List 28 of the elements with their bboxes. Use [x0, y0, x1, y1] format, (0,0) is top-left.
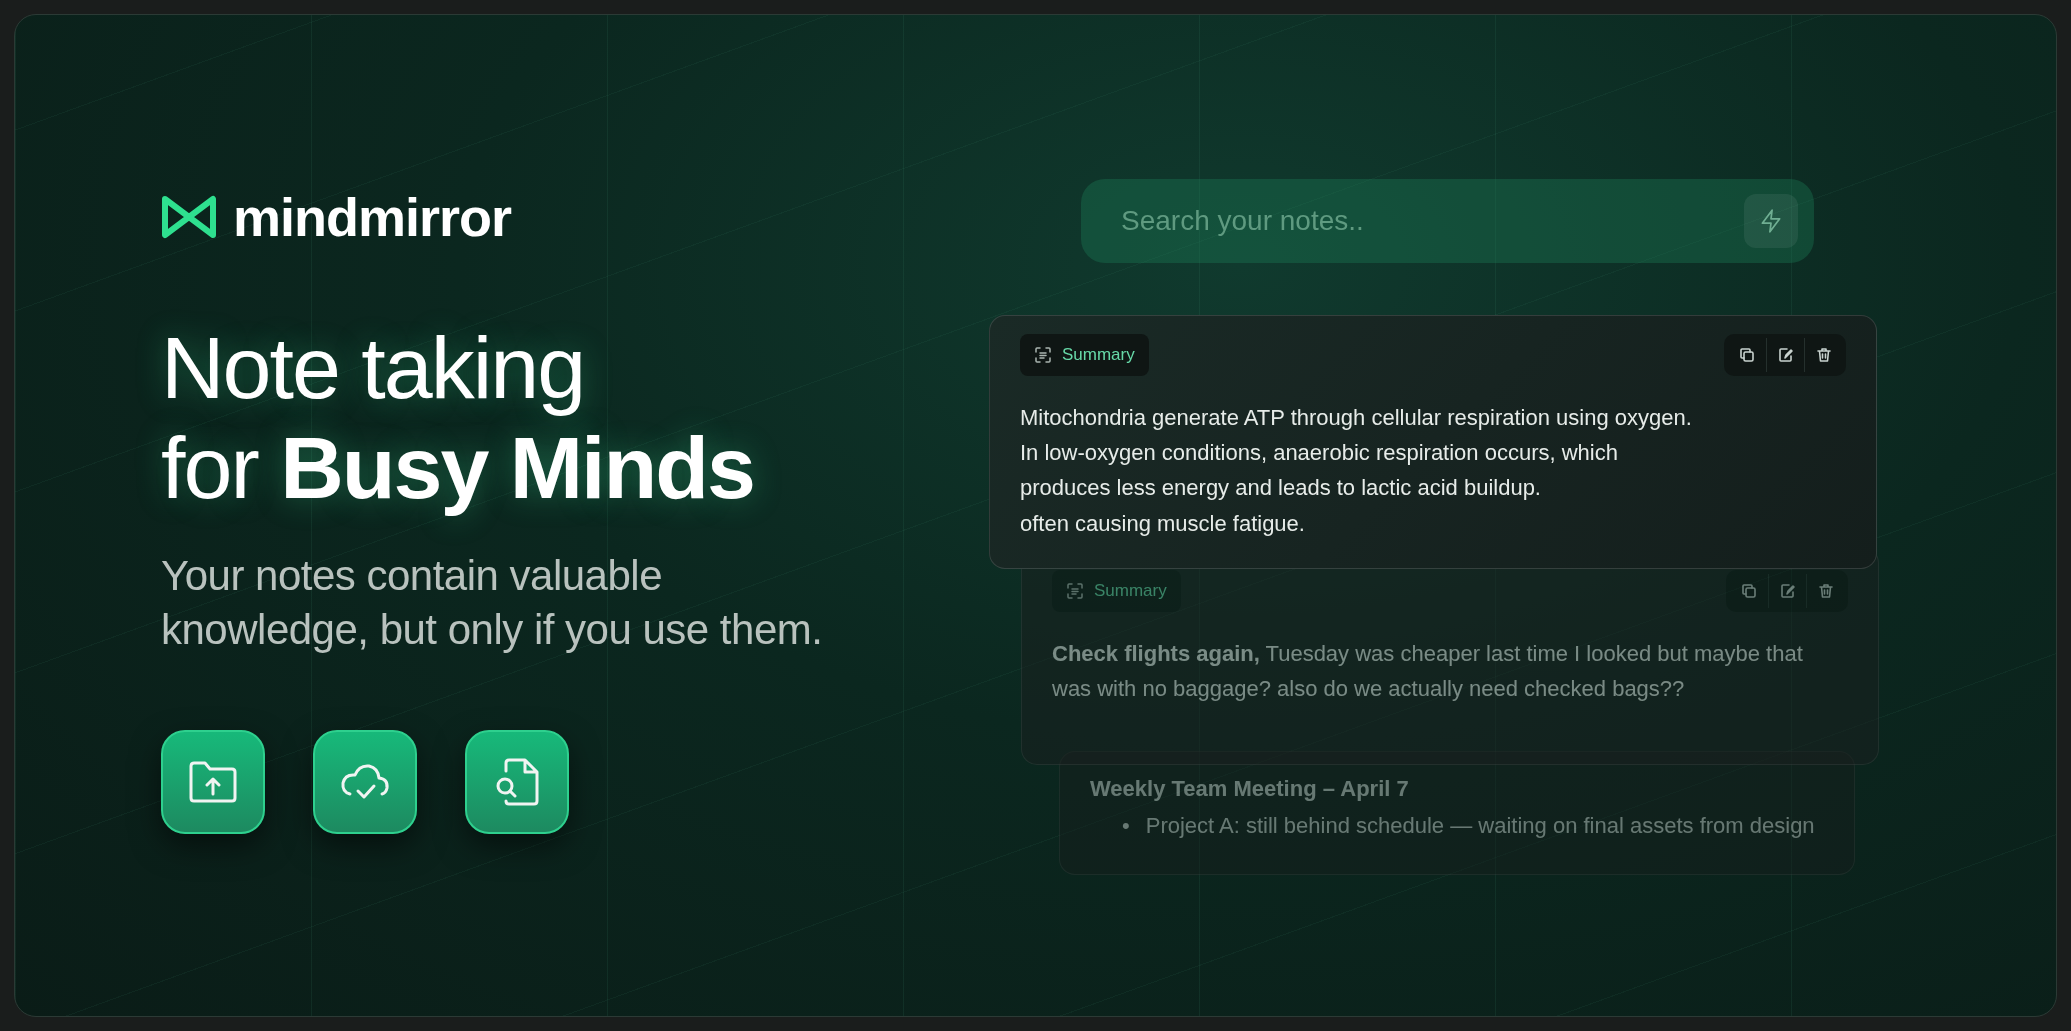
- brand-name: mindmirror: [233, 190, 512, 244]
- file-search-icon: [494, 756, 540, 807]
- delete-icon: [1815, 347, 1832, 363]
- scan-text-icon: [1034, 346, 1052, 364]
- folder-upload-icon: [188, 759, 238, 804]
- note-text: Mitochondria generate ATP through cellular respiration using oxygen. In low-oxygen conditions, anaerobic respiration occurs, which produces less energy and leads to lactic acid buildup. often causing muscle fatigue.: [1020, 404, 1693, 538]
- search-field[interactable]: Search your notes..: [1119, 199, 1744, 243]
- lightning-button[interactable]: [1744, 194, 1798, 248]
- headline-line: for Busy Minds: [161, 418, 755, 519]
- summary-tag: Summary: [1020, 334, 1149, 376]
- bullet-marker: •: [1122, 812, 1130, 840]
- cloud-check-button[interactable]: [313, 729, 417, 834]
- copy-icon: [1739, 347, 1755, 363]
- search-bar[interactable]: Search your notes..: [1081, 179, 1814, 263]
- edit-icon: [1777, 347, 1794, 363]
- folder-upload-button[interactable]: [161, 729, 265, 834]
- note-title: Weekly Team Meeting – April 7: [1090, 775, 1410, 803]
- scan-text-icon: [1066, 582, 1084, 600]
- file-search-button[interactable]: [465, 729, 569, 834]
- note-text: Check flights again, Tuesday was cheaper last time I looked but maybe that was with no baggage? also do we actually need checked bags??: [1052, 640, 1804, 704]
- note-bullet: Project A: still behind schedule — waiting on final assets from design: [1145, 812, 1815, 840]
- logo-icon: [161, 195, 217, 239]
- delete-icon: [1817, 583, 1834, 599]
- summary-tag: Summary: [1052, 570, 1181, 612]
- edit-icon: [1779, 583, 1796, 599]
- copy-icon: [1741, 583, 1757, 599]
- headline-line: Note taking: [161, 318, 586, 419]
- subtitle: Your notes contain valuable knowledge, but only if you use them.: [161, 550, 824, 656]
